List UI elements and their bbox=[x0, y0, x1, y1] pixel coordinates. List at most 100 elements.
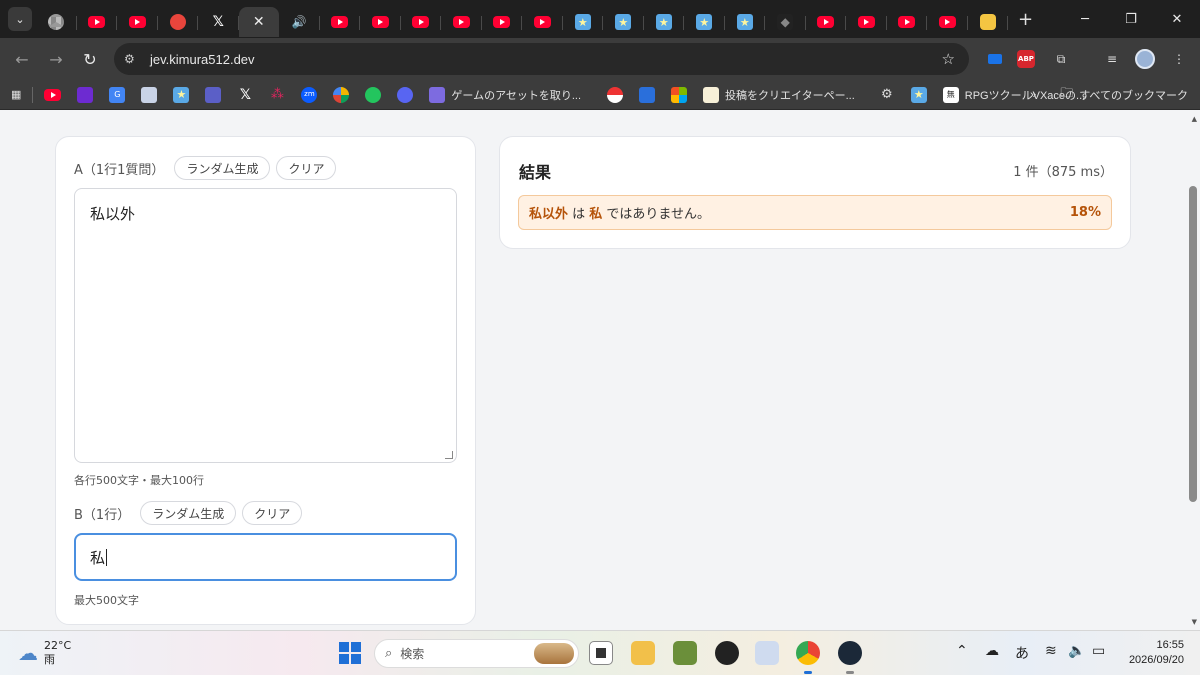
bookmark-creator[interactable]: 投稿をクリエイターペー... bbox=[698, 80, 860, 110]
cloud-sync-icon[interactable]: ☁ bbox=[985, 643, 999, 659]
browser-tab[interactable] bbox=[846, 7, 887, 37]
result-title: 結果 bbox=[519, 163, 552, 182]
extension-blue-icon[interactable] bbox=[982, 46, 1008, 72]
browser-tab[interactable] bbox=[77, 7, 118, 37]
browser-tab[interactable] bbox=[360, 7, 401, 37]
battery-icon[interactable]: ▭ bbox=[1092, 643, 1105, 659]
forward-icon[interactable]: → bbox=[39, 42, 73, 76]
browser-tab[interactable] bbox=[927, 7, 968, 37]
character-app-icon[interactable] bbox=[755, 641, 779, 665]
adblock-icon[interactable]: ABP bbox=[1013, 46, 1039, 72]
back-icon[interactable]: ← bbox=[5, 42, 39, 76]
close-icon[interactable]: ✕ bbox=[253, 14, 265, 30]
bookmark-settings[interactable]: ⚙ bbox=[874, 80, 906, 110]
taskbar-search[interactable]: ⌕ 検索 bbox=[374, 639, 579, 668]
tray-chevron-up-icon[interactable]: ⌃ bbox=[956, 643, 968, 659]
bookmark-zoom[interactable]: zm bbox=[296, 80, 328, 110]
chrome-taskbar-icon[interactable] bbox=[796, 641, 820, 665]
scrollbar-thumb[interactable] bbox=[1189, 186, 1197, 502]
minimize-icon[interactable]: ─ bbox=[1062, 0, 1108, 38]
browser-tab[interactable] bbox=[482, 7, 523, 37]
browser-tab[interactable] bbox=[522, 7, 563, 37]
bookmark-discord[interactable] bbox=[392, 80, 424, 110]
youtube-icon bbox=[938, 16, 956, 28]
browser-tab[interactable]: ★ bbox=[563, 7, 604, 37]
volume-icon[interactable]: 🔈 bbox=[1068, 643, 1085, 659]
bookmark-teams[interactable] bbox=[200, 80, 232, 110]
browser-tab[interactable] bbox=[36, 7, 77, 37]
bookmark-star-icon[interactable]: ☆ bbox=[942, 50, 955, 68]
bookmark-star[interactable]: ★ bbox=[168, 80, 200, 110]
restore-icon[interactable]: ❐ bbox=[1108, 0, 1154, 38]
browser-tab[interactable]: ★ bbox=[725, 7, 766, 37]
field-b-random-button[interactable]: ランダム生成 bbox=[140, 501, 237, 525]
close-window-icon[interactable]: ✕ bbox=[1154, 0, 1200, 38]
search-highlight-image[interactable] bbox=[534, 643, 574, 664]
steam-icon[interactable] bbox=[838, 641, 862, 665]
browser-tab[interactable]: 🔊 bbox=[279, 7, 320, 37]
browser-tab[interactable]: ★ bbox=[684, 7, 725, 37]
browser-tab[interactable] bbox=[117, 7, 158, 37]
chevron-right-icon[interactable]: » bbox=[1030, 89, 1036, 101]
new-tab-button[interactable]: + bbox=[1018, 9, 1033, 30]
browser-tab[interactable] bbox=[441, 7, 482, 37]
browser-tab[interactable]: ✕ bbox=[238, 7, 279, 37]
field-b-input[interactable]: 私 bbox=[74, 533, 457, 581]
ime-indicator[interactable]: あ bbox=[1015, 643, 1029, 663]
bookmark-game-assets[interactable]: ゲームのアセットを取り... bbox=[424, 80, 586, 110]
extensions-puzzle-icon[interactable]: ⧉ bbox=[1048, 46, 1074, 72]
system-clock[interactable]: 16:55 2026/09/20 bbox=[1129, 638, 1184, 668]
field-a-value: 私以外 bbox=[90, 205, 136, 223]
file-explorer-icon[interactable] bbox=[631, 641, 655, 665]
bookmark-microsoft[interactable] bbox=[666, 80, 698, 110]
reload-icon[interactable]: ↻ bbox=[73, 42, 107, 76]
scroll-down-icon[interactable]: ▼ bbox=[1192, 618, 1197, 626]
bookmark-star-2[interactable]: ★ bbox=[906, 80, 938, 110]
bookmark-label: 投稿をクリエイターペー... bbox=[725, 89, 855, 102]
media-control-icon[interactable]: ≡ bbox=[1099, 46, 1125, 72]
all-bookmarks[interactable]: » 🗀 すべてのブックマーク bbox=[1030, 80, 1188, 110]
folder-icon: 🗀 bbox=[1060, 85, 1074, 100]
bookmark-translate[interactable]: G bbox=[104, 80, 136, 110]
bookmark-youtube[interactable] bbox=[39, 80, 72, 110]
browser-tab[interactable] bbox=[968, 7, 1009, 37]
field-b-clear-button[interactable]: クリア bbox=[242, 501, 303, 525]
browser-tab[interactable] bbox=[401, 7, 442, 37]
bookmark-app-2[interactable] bbox=[136, 80, 168, 110]
bookmark-app-1[interactable] bbox=[72, 80, 104, 110]
start-button[interactable] bbox=[339, 642, 361, 664]
resize-handle-icon[interactable] bbox=[445, 451, 453, 459]
terminal-app-icon[interactable] bbox=[589, 641, 613, 665]
browser-tab[interactable]: ★ bbox=[644, 7, 685, 37]
apps-grid-icon[interactable]: ▦ bbox=[6, 80, 26, 110]
address-bar[interactable]: ⚙ jev.kimura512.dev ☆ bbox=[114, 43, 969, 75]
field-a-clear-button[interactable]: クリア bbox=[276, 156, 337, 180]
browser-tab[interactable] bbox=[158, 7, 199, 37]
bookmark-app-3[interactable]: ⁂ bbox=[264, 80, 296, 110]
weather-widget[interactable]: ☁ 22°C 雨 bbox=[18, 639, 71, 667]
youtube-icon bbox=[817, 16, 835, 28]
site-settings-icon[interactable]: ⚙ bbox=[124, 52, 142, 66]
minecraft-icon[interactable] bbox=[673, 641, 697, 665]
obs-icon[interactable] bbox=[715, 641, 739, 665]
youtube-icon bbox=[44, 88, 62, 101]
bookmark-app-4[interactable] bbox=[328, 80, 360, 110]
field-a-textarea[interactable]: 私以外 bbox=[74, 188, 457, 463]
bookmark-pokemon[interactable] bbox=[602, 80, 634, 110]
scroll-up-icon[interactable]: ▲ bbox=[1192, 115, 1197, 123]
browser-tab[interactable]: 𝕏 bbox=[198, 7, 239, 37]
address-url[interactable]: jev.kimura512.dev bbox=[150, 52, 255, 67]
browser-tab[interactable] bbox=[320, 7, 361, 37]
wifi-icon[interactable]: ≋ bbox=[1045, 643, 1057, 659]
profile-avatar[interactable] bbox=[1132, 46, 1158, 72]
browser-tab[interactable] bbox=[887, 7, 928, 37]
tab-search-button[interactable]: ⌄ bbox=[8, 7, 32, 31]
browser-tab[interactable]: ◆ bbox=[765, 7, 806, 37]
field-a-random-button[interactable]: ランダム生成 bbox=[174, 156, 271, 180]
bookmark-app-6[interactable] bbox=[634, 80, 666, 110]
browser-tab[interactable]: ★ bbox=[603, 7, 644, 37]
menu-kebab-icon[interactable]: ⋮ bbox=[1166, 46, 1192, 72]
browser-tab[interactable] bbox=[806, 7, 847, 37]
bookmark-x[interactable]: 𝕏 bbox=[232, 80, 264, 110]
bookmark-app-5[interactable] bbox=[360, 80, 392, 110]
